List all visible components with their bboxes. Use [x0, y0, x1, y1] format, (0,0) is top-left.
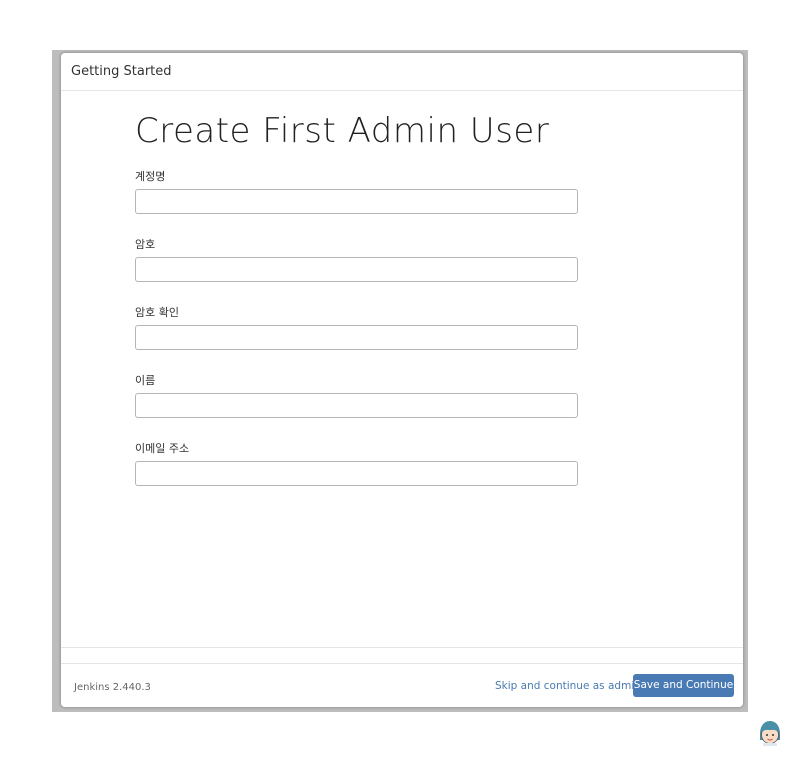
email-input[interactable] — [135, 461, 578, 486]
setup-wizard-dialog: Getting Started Create First Admin User … — [61, 53, 743, 707]
page-title: Create First Admin User — [135, 111, 550, 151]
skip-continue-admin-link[interactable]: Skip and continue as admin — [495, 680, 641, 692]
full-name-input[interactable] — [135, 393, 578, 418]
confirm-password-input[interactable] — [135, 325, 578, 350]
password-input[interactable] — [135, 257, 578, 282]
username-input[interactable] — [135, 189, 578, 214]
jenkins-mascot-icon — [760, 721, 780, 746]
footer-divider-inner — [61, 663, 743, 664]
dialog-header: Getting Started — [61, 53, 743, 91]
email-label: 이메일 주소 — [135, 442, 190, 455]
confirm-password-label: 암호 확인 — [135, 306, 179, 319]
save-and-continue-button[interactable]: Save and Continue — [633, 674, 734, 697]
dialog-title: Getting Started — [71, 64, 172, 79]
version-label: Jenkins 2.440.3 — [74, 682, 151, 693]
footer-divider — [61, 647, 743, 648]
username-label: 계정명 — [135, 170, 166, 183]
password-label: 암호 — [135, 238, 156, 251]
full-name-label: 이름 — [135, 374, 156, 387]
